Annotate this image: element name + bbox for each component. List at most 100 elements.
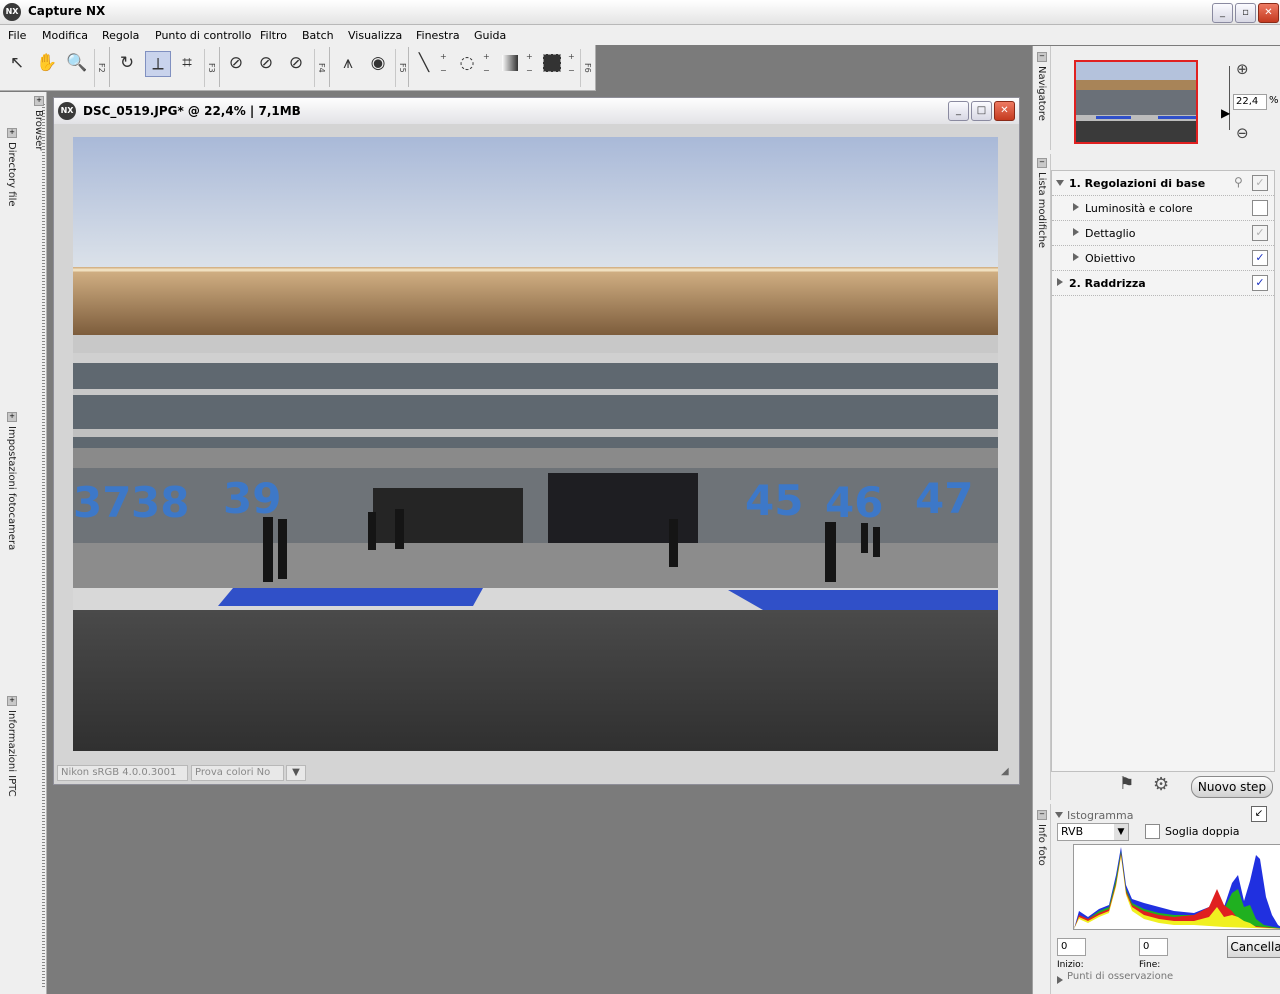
doc-maximize-button[interactable]: □ <box>971 101 992 121</box>
expand-triangle-icon[interactable] <box>1073 253 1079 261</box>
navigator-collapse-icon[interactable]: − <box>1037 52 1047 62</box>
histogram-popout-icon[interactable]: ↙ <box>1251 806 1267 822</box>
step-lens[interactable]: Obiettivo ✓ <box>1052 246 1274 271</box>
tab-iptc-info[interactable]: Informazioni IPTC <box>6 710 17 797</box>
zoom-input[interactable]: 22,4 <box>1233 94 1267 110</box>
camera-settings-expand-icon[interactable]: + <box>7 412 17 422</box>
rotate-tool-icon[interactable]: ↻ <box>115 51 139 75</box>
directory-expand-icon[interactable]: + <box>7 128 17 138</box>
histogram-collapse-icon[interactable] <box>1055 812 1063 818</box>
edit-list-collapse-icon[interactable]: − <box>1037 158 1047 168</box>
status-dropdown-icon[interactable]: ▼ <box>286 765 306 781</box>
menu-guida[interactable]: Guida <box>474 29 506 42</box>
menu-modifica[interactable]: Modifica <box>42 29 88 42</box>
straighten-tool-icon[interactable]: ⟂ <box>145 51 171 77</box>
edit-list-strip: − Lista modifiche <box>1033 154 1051 800</box>
fill-minus[interactable]: − <box>568 67 575 75</box>
fill-plus[interactable]: + <box>568 53 575 61</box>
crop-tool-icon[interactable]: ⌗ <box>175 51 199 75</box>
new-step-button[interactable]: Nuovo step <box>1191 776 1273 798</box>
black-control-point-icon[interactable]: ⊘ <box>224 51 248 75</box>
doc-close-button[interactable]: ✕ <box>994 101 1015 121</box>
gradient-tool-icon[interactable] <box>498 51 522 75</box>
step-checkbox[interactable]: ✓ <box>1252 225 1268 241</box>
app-title-bar: NX Capture NX _ ▫ ✕ <box>0 0 1280 25</box>
direct-select-tool-icon[interactable]: ↖ <box>5 51 29 75</box>
start-input[interactable]: 0 <box>1057 938 1086 956</box>
end-input[interactable]: 0 <box>1139 938 1168 956</box>
menu-batch[interactable]: Batch <box>302 29 334 42</box>
chevron-down-icon[interactable]: ▼ <box>1114 824 1128 840</box>
resize-grip-icon[interactable]: ◢ <box>1001 766 1009 777</box>
brush-tool-icon[interactable]: ╲ <box>412 51 436 75</box>
gradient-plus[interactable]: + <box>526 53 533 61</box>
garage-number-46: 46 <box>825 478 883 527</box>
menu-filtro[interactable]: Filtro <box>260 29 287 42</box>
dual-threshold-label: Soglia doppia <box>1165 825 1240 838</box>
zoom-tool-icon[interactable]: 🔍 <box>65 51 89 75</box>
expand-triangle-icon[interactable] <box>1057 278 1063 286</box>
step-brightness-color[interactable]: Luminosità e colore <box>1052 196 1274 221</box>
step-detail[interactable]: Dettaglio ✓ <box>1052 221 1274 246</box>
settings-gear-icon[interactable]: ⚙ <box>1153 774 1169 795</box>
doc-minimize-button[interactable]: _ <box>948 101 969 121</box>
photo-canvas[interactable]: 37 38 39 45 46 47 <box>73 137 998 751</box>
histogram-graph[interactable] <box>1073 844 1280 930</box>
expand-triangle-icon[interactable] <box>1073 228 1079 236</box>
channel-value: RVB <box>1061 825 1084 838</box>
histogram-panel: Istogramma ↙ RVB ▼ Soglia doppia 0 Inizi… <box>1051 804 1280 994</box>
flag-icon[interactable]: ⚑ <box>1119 774 1134 794</box>
tab-directory-file[interactable]: Directory file <box>6 142 17 207</box>
step-checkbox[interactable]: ✓ <box>1252 250 1268 266</box>
tab-edit-list[interactable]: Lista modifiche <box>1036 172 1047 248</box>
zoom-in-icon[interactable]: ⊕ <box>1236 60 1249 78</box>
red-eye-tool-icon[interactable]: ⩚ <box>336 51 360 75</box>
cancel-button[interactable]: Cancella <box>1227 936 1280 958</box>
navigator-thumbnail[interactable] <box>1074 60 1198 144</box>
menu-punto-di-controllo[interactable]: Punto di controllo <box>155 29 251 42</box>
neutral-control-point-icon[interactable]: ⊘ <box>254 51 278 75</box>
eye-preview-icon[interactable]: ◉ <box>366 51 390 75</box>
sidebar-grip[interactable] <box>42 104 45 989</box>
expand-triangle-icon[interactable] <box>1073 203 1079 211</box>
step-basic-adjustments[interactable]: 1. Regolazioni di base ⚲ ✓ <box>1052 171 1274 196</box>
step-checkbox[interactable] <box>1252 200 1268 216</box>
zoom-out-icon[interactable]: ⊖ <box>1236 124 1249 142</box>
lasso-plus[interactable]: + <box>483 53 490 61</box>
gradient-minus[interactable]: − <box>526 67 533 75</box>
menu-regola[interactable]: Regola <box>102 29 139 42</box>
step-straighten[interactable]: 2. Raddrizza ✓ <box>1052 271 1274 296</box>
brush-plus[interactable]: + <box>440 53 447 61</box>
menu-file[interactable]: File <box>8 29 26 42</box>
dual-threshold-checkbox[interactable] <box>1145 824 1160 839</box>
step-checkbox[interactable]: ✓ <box>1252 175 1268 191</box>
browser-expand-icon[interactable]: + <box>34 96 44 106</box>
zoom-slider-handle-icon[interactable]: ▶ <box>1221 106 1230 120</box>
step-checkbox[interactable]: ✓ <box>1252 275 1268 291</box>
watch-points-label[interactable]: Punti di osservazione <box>1067 972 1177 982</box>
hand-tool-icon[interactable]: ✋ <box>35 51 59 75</box>
photo-info-collapse-icon[interactable]: − <box>1037 810 1047 820</box>
lasso-minus[interactable]: − <box>483 67 490 75</box>
tab-camera-settings[interactable]: Impostazioni fotocamera <box>6 426 17 550</box>
white-control-point-icon[interactable]: ⊘ <box>284 51 308 75</box>
document-title-bar[interactable]: NX DSC_0519.JPG* @ 22,4% | 7,1MB _ □ ✕ <box>54 98 1019 124</box>
tab-browser[interactable]: Browser <box>33 110 44 151</box>
link-icon[interactable]: ⚲ <box>1234 175 1243 189</box>
document-logo: NX <box>58 102 76 120</box>
tab-photo-info[interactable]: Info foto <box>1036 824 1047 866</box>
fill-tool-icon[interactable] <box>540 51 564 75</box>
channel-select[interactable]: RVB ▼ <box>1057 823 1129 841</box>
watch-points-expand-icon[interactable] <box>1057 976 1063 984</box>
window-minimize-button[interactable]: _ <box>1212 3 1233 23</box>
window-restore-button[interactable]: ▫ <box>1235 3 1256 23</box>
iptc-expand-icon[interactable]: + <box>7 696 17 706</box>
zoom-slider-track[interactable] <box>1229 66 1230 130</box>
menu-finestra[interactable]: Finestra <box>416 29 460 42</box>
tab-navigator[interactable]: Navigatore <box>1036 66 1047 121</box>
brush-minus[interactable]: − <box>440 67 447 75</box>
window-close-button[interactable]: ✕ <box>1258 3 1279 23</box>
menu-visualizza[interactable]: Visualizza <box>348 29 402 42</box>
lasso-tool-icon[interactable]: ◌ <box>455 51 479 75</box>
expand-triangle-icon[interactable] <box>1056 180 1064 186</box>
